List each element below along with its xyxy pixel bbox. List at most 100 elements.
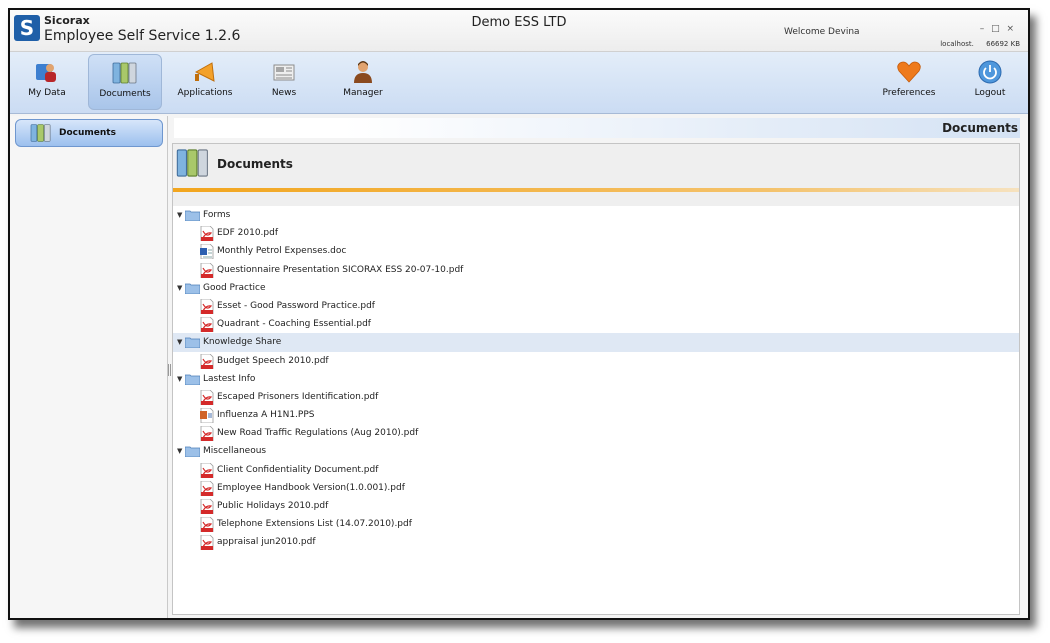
folder-label: Good Practice (203, 282, 266, 293)
tree-folder-row[interactable]: ▼ Lastest Info (173, 370, 1019, 388)
pdf-file-icon (200, 353, 214, 369)
my-data-icon (36, 64, 56, 82)
toolbar-news[interactable]: News (247, 54, 321, 110)
file-label: Public Holidays 2010.pdf (217, 501, 329, 511)
pdf-file-icon (200, 226, 214, 242)
manager-icon (354, 61, 372, 83)
pdf-file-icon (200, 499, 214, 514)
toolbar-my-data[interactable]: My Data (10, 54, 84, 110)
toolbar-documents[interactable]: Documents (88, 54, 162, 110)
file-label: Telephone Extensions List (14.07.2010).p… (217, 519, 412, 530)
sidebar-item-documents[interactable]: Documents (15, 119, 163, 147)
file-label: EDF 2010.pdf (217, 228, 279, 239)
host-info: localhost. 66692 KB (930, 40, 1020, 48)
tree-folder-row[interactable]: ▼ Good Practice (173, 279, 1019, 297)
expand-arrow-icon[interactable]: ▼ (177, 442, 182, 460)
folder-label: Miscellaneous (203, 446, 267, 457)
documents-panel: Documents ▼ Forms EDF 2010.pdf Monthly Petr… (172, 143, 1020, 615)
power-icon (978, 60, 1002, 84)
pdf-file-icon (200, 426, 214, 442)
panel-header: Documents (173, 144, 1019, 206)
word-doc-icon (200, 244, 214, 260)
folder-icon (185, 210, 200, 221)
tree-folder-row[interactable]: ▼ Forms (173, 206, 1019, 224)
tree-file-row[interactable]: Escaped Prisoners Identification.pdf (173, 388, 1019, 406)
pdf-file-icon (200, 462, 214, 478)
panel-splitter-handle[interactable] (168, 364, 171, 376)
toolbar-label: News (271, 88, 297, 98)
company-name: Demo ESS LTD (471, 15, 567, 30)
tree-file-row[interactable]: EDF 2010.pdf (173, 224, 1019, 242)
file-label: Influenza A H1N1.PPS (217, 410, 315, 421)
folder-icon (185, 447, 200, 458)
toolbar-preferences[interactable]: Preferences (872, 54, 946, 110)
file-label: Escaped Prisoners Identification.pdf (217, 391, 379, 402)
folder-icon (185, 337, 200, 349)
tree-file-row[interactable]: appraisal jun2010.pdf (173, 533, 1019, 551)
product-title: Employee Self Service 1.2.6 (44, 28, 241, 44)
left-panel: Documents (10, 116, 168, 618)
documents-icon (112, 62, 137, 84)
tree-file-row[interactable]: Quadrant - Coaching Essential.pdf (173, 315, 1019, 333)
toolbar-label: My Data (28, 88, 66, 98)
folder-label: Forms (203, 210, 231, 220)
tree-file-row[interactable]: Public Holidays 2010.pdf (173, 497, 1019, 515)
toolbar-label: Manager (343, 88, 383, 98)
pdf-file-icon (200, 517, 214, 533)
pdf-file-icon (200, 298, 214, 314)
toolbar-applications[interactable]: Applications (168, 54, 242, 110)
folder-icon (185, 283, 200, 294)
panel-title: Documents (217, 157, 293, 171)
newspaper-icon (273, 64, 295, 81)
tree-file-row[interactable]: Monthly Petrol Expenses.doc (173, 242, 1019, 260)
megaphone-icon (194, 62, 215, 82)
welcome-text: Welcome Devina (784, 27, 860, 37)
folder-label: Knowledge Share (203, 337, 282, 348)
section-title: Documents (942, 121, 1018, 135)
pdf-file-icon (200, 262, 214, 278)
documents-icon (176, 149, 208, 177)
tree-file-row[interactable]: Client Confidentiality Document.pdf (173, 461, 1019, 479)
file-label: Monthly Petrol Expenses.doc (217, 246, 347, 257)
tree-file-row[interactable]: Questionnaire Presentation SICORAX ESS 2… (173, 261, 1019, 279)
file-label: Quadrant - Coaching Essential.pdf (217, 319, 371, 330)
toolbar-logout[interactable]: Logout (953, 54, 1027, 110)
accent-divider (173, 188, 1019, 192)
expand-arrow-icon[interactable]: ▼ (177, 279, 182, 297)
main-toolbar: My Data Documents Applications News Mana… (10, 52, 1028, 114)
tree-file-row[interactable]: Employee Handbook Version(1.0.001).pdf (173, 479, 1019, 497)
host-name: localhost. (940, 40, 974, 48)
tree-folder-row[interactable]: ▼ Knowledge Share (173, 333, 1019, 352)
tree-file-row[interactable]: Telephone Extensions List (14.07.2010).p… (173, 515, 1019, 533)
folder-icon (185, 374, 200, 385)
file-label: Client Confidentiality Document.pdf (217, 464, 379, 475)
tree-folder-row[interactable]: ▼ Miscellaneous (173, 442, 1019, 460)
pdf-file-icon (200, 480, 214, 496)
folder-label: Lastest Info (203, 373, 256, 384)
toolbar-label: Applications (177, 88, 233, 98)
file-label: Esset - Good Password Practice.pdf (217, 300, 375, 311)
expand-arrow-icon[interactable]: ▼ (177, 206, 182, 224)
app-window: S Sicorax Employee Self Service 1.2.6 De… (8, 8, 1030, 620)
file-label: appraisal jun2010.pdf (217, 537, 316, 548)
pdf-file-icon (200, 535, 214, 551)
tree-file-row[interactable]: Esset - Good Password Practice.pdf (173, 297, 1019, 315)
file-label: Questionnaire Presentation SICORAX ESS 2… (217, 264, 464, 275)
heart-icon (897, 61, 921, 83)
toolbar-label: Logout (974, 88, 1006, 98)
tree-file-row[interactable]: Influenza A H1N1.PPS (173, 406, 1019, 424)
toolbar-manager[interactable]: Manager (326, 54, 400, 110)
file-label: New Road Traffic Regulations (Aug 2010).… (217, 428, 419, 439)
tree-file-row[interactable]: New Road Traffic Regulations (Aug 2010).… (173, 424, 1019, 442)
documents-icon (30, 124, 51, 142)
title-bar: S Sicorax Employee Self Service 1.2.6 De… (10, 10, 1028, 52)
section-header: Documents (174, 118, 1020, 138)
tree-file-row[interactable]: Budget Speech 2010.pdf (173, 352, 1019, 370)
expand-arrow-icon[interactable]: ▼ (177, 370, 182, 388)
memory-usage: 66692 KB (986, 40, 1020, 48)
document-tree: ▼ Forms EDF 2010.pdf Monthly Petrol Expense… (173, 206, 1019, 552)
toolbar-label: Preferences (882, 88, 936, 98)
expand-arrow-icon[interactable]: ▼ (177, 333, 182, 351)
window-controls[interactable]: – □ × (980, 24, 1016, 34)
sidebar-item-label: Documents (59, 128, 116, 138)
